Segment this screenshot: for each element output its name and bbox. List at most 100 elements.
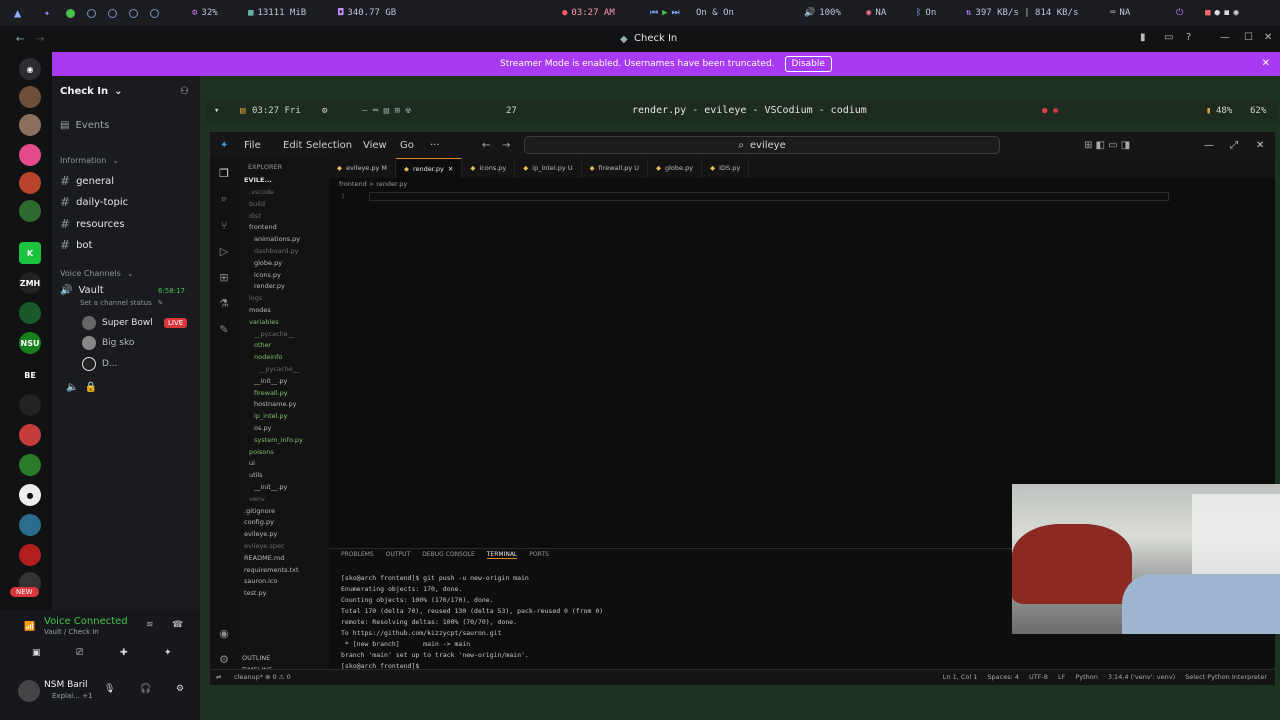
server-icon-home[interactable]: ◉ (19, 58, 41, 80)
server-icon-2[interactable] (19, 114, 41, 136)
editor-tab[interactable]: ◆ render.py ✕ (396, 158, 463, 178)
channel-resources[interactable]: # resources (60, 217, 125, 231)
soundboard-icon[interactable]: ✦ (164, 648, 172, 658)
wm-workspace[interactable]: 27 (506, 106, 517, 116)
wm-tools-icons[interactable]: — ═ ▤ ⊞ ☢ (362, 106, 411, 116)
member-row[interactable]: Super Bowl (82, 316, 153, 330)
file-tree-item[interactable]: __init__.py (254, 377, 287, 385)
panel-tab[interactable]: PROBLEMS (341, 551, 374, 559)
breadcrumb[interactable]: frontend > render.py (339, 180, 407, 188)
server-icon-8[interactable] (19, 394, 41, 416)
launcher-icon[interactable]: ▲ (14, 0, 21, 26)
editor-tab[interactable]: ◆ icons.py (462, 158, 516, 178)
menu-edit[interactable]: Edit (283, 132, 302, 158)
close-icon[interactable]: ✕ (1264, 32, 1272, 43)
status-item[interactable]: UTF-8 (1029, 673, 1048, 681)
editor-tab[interactable]: ◆ evileye.py M (329, 158, 397, 178)
media-controls[interactable]: ⏮ ▶ ⏭ (650, 0, 680, 26)
panel-tab[interactable]: PORTS (529, 551, 549, 559)
wm-menu-icon[interactable]: ▾ (214, 106, 219, 116)
remote-icon[interactable]: ✎ (217, 322, 231, 336)
monitor-icon[interactable]: ▭ (1164, 32, 1173, 43)
file-tree-item[interactable]: nodeinfo (254, 353, 282, 361)
file-tree-item[interactable]: evileye.spec (244, 542, 284, 550)
menu-selection[interactable]: Selection (306, 132, 352, 158)
forward-icon[interactable]: → (36, 34, 44, 45)
file-tree-item[interactable]: utils (249, 471, 263, 479)
command-center-search[interactable]: ⌕ evileye (524, 136, 1000, 154)
file-tree-item[interactable]: variables (249, 318, 279, 326)
status-item[interactable]: Select Python Interpreter (1185, 673, 1267, 681)
headphones-icon[interactable]: 🎧 (140, 684, 151, 694)
vscode-minimize-icon[interactable]: — (1204, 132, 1214, 158)
camera-icon[interactable]: ▣ (32, 648, 41, 658)
server-icon-1[interactable] (19, 86, 41, 108)
file-tree-item[interactable]: os.py (254, 424, 271, 432)
workspace-1-icon[interactable] (66, 8, 75, 18)
tray-icon-c[interactable]: ◉ (1233, 8, 1238, 18)
member-row[interactable]: D... (82, 357, 118, 371)
inbox-icon[interactable]: ▮ (1140, 32, 1146, 43)
file-tree-item[interactable]: README.md (244, 554, 284, 562)
source-control-icon[interactable]: ⑂ (217, 218, 231, 232)
file-tree-item[interactable]: .gitignore (244, 507, 275, 515)
maximize-icon[interactable]: ☐ (1244, 32, 1253, 43)
member-row[interactable]: Big sko (82, 336, 134, 350)
media-prev-icon[interactable]: ⏮ (650, 8, 658, 18)
file-tree-item[interactable]: build (249, 200, 265, 208)
channel-bot[interactable]: # bot (60, 238, 92, 252)
file-tree-item[interactable]: animations.py (254, 235, 300, 243)
power-icon[interactable]: ⏻ (1176, 8, 1183, 18)
server-icon-11[interactable]: ● (19, 484, 41, 506)
file-tree-item[interactable]: config.py (244, 518, 274, 526)
workspace-dots[interactable] (66, 0, 159, 26)
remote-status-icon[interactable]: ⇌ (216, 673, 221, 681)
banner-close-icon[interactable]: ✕ (1262, 58, 1270, 69)
server-icon-6[interactable]: K (19, 242, 41, 264)
server-icon-12[interactable] (19, 514, 41, 536)
settings-gear-icon[interactable]: ⚙ (176, 684, 184, 694)
server-icon-be[interactable]: BE (19, 364, 41, 386)
minimize-icon[interactable]: — (1220, 32, 1230, 43)
search-view-icon[interactable]: ⌕ (217, 192, 231, 206)
file-tree-item[interactable]: render.py (254, 282, 285, 290)
disable-button[interactable]: Disable (784, 56, 832, 72)
file-tree-item[interactable]: .vscode (249, 188, 274, 196)
workspace-5-icon[interactable] (150, 8, 159, 18)
file-tree-item[interactable]: __init__.py (254, 483, 287, 491)
file-tree-item[interactable]: system_info.py (254, 436, 303, 444)
bluetooth-widget[interactable]: ᛒ On (916, 0, 936, 26)
back-icon[interactable]: ← (16, 34, 24, 45)
menu-more[interactable]: ··· (430, 132, 440, 158)
server-icon-9[interactable] (19, 424, 41, 446)
server-icon-zmh[interactable]: ZMH (19, 272, 41, 294)
file-tree-item[interactable]: evileye.py (244, 530, 277, 538)
file-tree-item[interactable]: __pycache__ (254, 330, 294, 338)
server-icon-3[interactable] (19, 144, 41, 166)
panel-tab[interactable]: TERMINAL (486, 551, 518, 559)
voice-category[interactable]: Voice Channels ⌄ (60, 269, 134, 278)
file-tree-item[interactable]: icons.py (254, 271, 281, 279)
user-avatar[interactable] (18, 680, 40, 702)
tray-icons[interactable]: ⏻ ■ ● ◼ ◉ (1176, 0, 1239, 26)
file-tree-item[interactable]: hostname.py (254, 400, 297, 408)
file-tree-item[interactable]: dashboard.py (254, 247, 298, 255)
nav-forward-icon[interactable]: → (502, 132, 510, 158)
explorer-icon[interactable]: ❐ (217, 166, 231, 180)
server-icon-nsu[interactable]: NSU (19, 332, 41, 354)
terminal-output[interactable]: [sko@arch frontend]$ git push -u new-ori… (341, 573, 603, 672)
server-icon-13[interactable] (19, 544, 41, 566)
add-member-icon[interactable]: ⚇ (180, 86, 189, 97)
menu-file[interactable]: File (244, 132, 261, 158)
workspace-4-icon[interactable] (129, 8, 138, 18)
help-icon[interactable]: ? (1186, 32, 1191, 43)
channel-daily-topic[interactable]: # daily-topic (60, 195, 128, 209)
run-debug-icon[interactable]: ▷ (217, 244, 231, 258)
file-tree-item[interactable]: sauron.ico (244, 577, 278, 585)
file-tree-item[interactable]: other (254, 341, 271, 349)
file-tree-item[interactable]: test.py (244, 589, 267, 597)
volume-widget[interactable]: 🔊 100% (804, 0, 841, 26)
channel-general[interactable]: # general (60, 174, 114, 188)
editor-tab[interactable]: ◆ firewall.py U (582, 158, 648, 178)
menu-view[interactable]: View (363, 132, 387, 158)
